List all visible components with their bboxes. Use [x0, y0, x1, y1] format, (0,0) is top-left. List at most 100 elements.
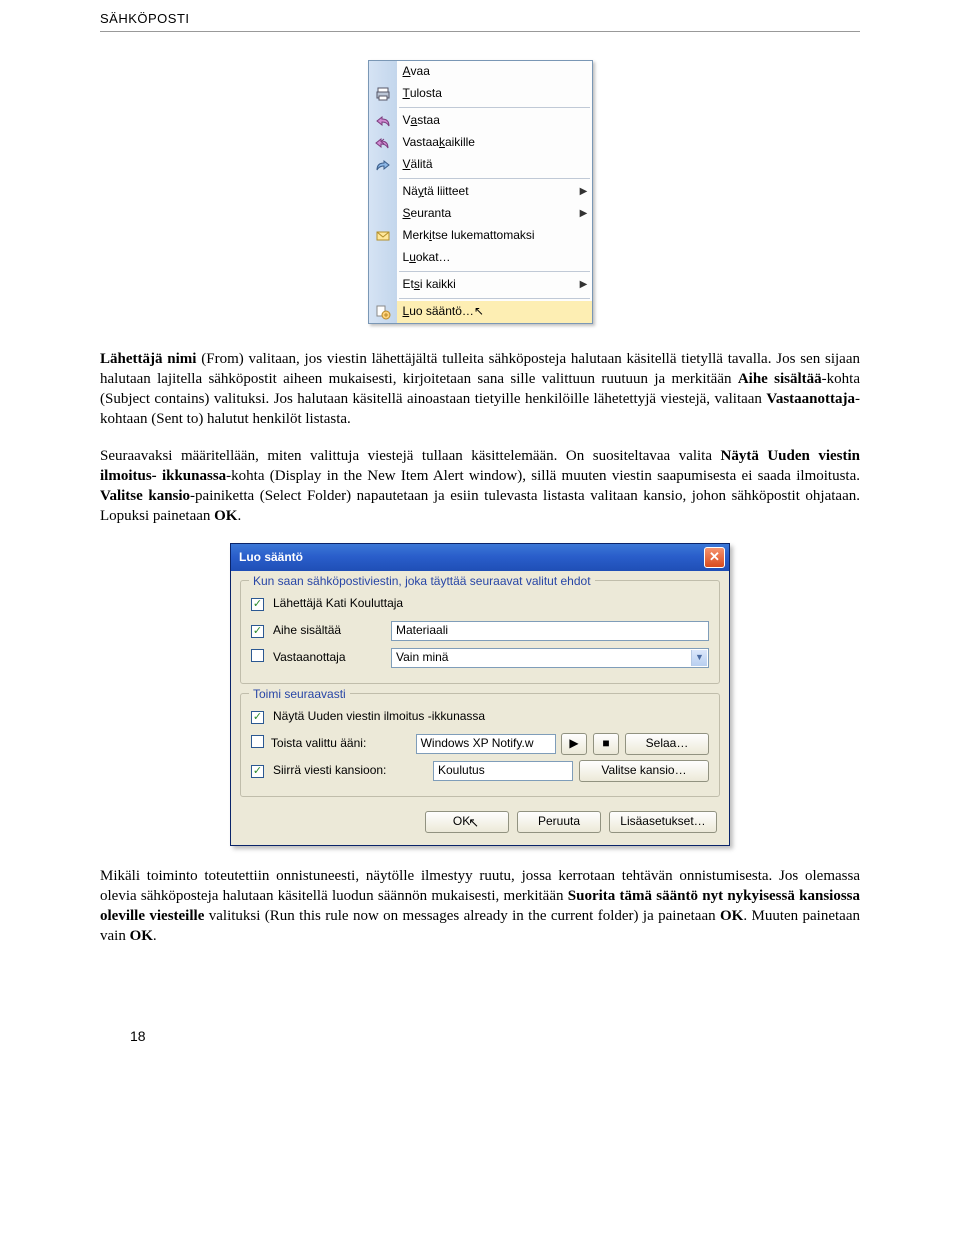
dialog-title: Luo sääntö: [239, 549, 303, 565]
stop-icon[interactable]: ■: [593, 733, 619, 755]
sound-input[interactable]: Windows XP Notify.w: [416, 734, 556, 754]
subject-input[interactable]: Materiaali: [391, 621, 709, 641]
submenu-arrow-icon: [576, 132, 592, 154]
submenu-arrow-icon: [576, 247, 592, 269]
checkbox-alert[interactable]: [251, 711, 264, 724]
menu-item-avaa[interactable]: Avaa: [369, 61, 592, 83]
dialog-titlebar: Luo sääntö ✕: [231, 544, 729, 571]
paragraph-1: Lähettäjä nimi (From) valitaan, jos vies…: [100, 349, 860, 430]
menu-item-label: Luokat…: [397, 247, 576, 269]
recipient-combo[interactable]: Vain minä ▼: [391, 648, 709, 668]
submenu-arrow-icon: [576, 225, 592, 247]
submenu-arrow-icon: ▶: [576, 181, 592, 203]
menu-item-label: Välitä: [397, 154, 576, 176]
submenu-arrow-icon: [576, 83, 592, 105]
menu-item-label: Seuranta: [397, 203, 576, 225]
envelope-icon: [369, 225, 397, 247]
reply-icon: [369, 110, 397, 132]
replyall-icon: [369, 132, 397, 154]
checkbox-subject[interactable]: [251, 625, 264, 638]
menu-item-label: Luo sääntö…↖: [397, 301, 576, 323]
menu-item-seuranta[interactable]: Seuranta▶: [369, 203, 592, 225]
menu-item-tulosta[interactable]: Tulosta: [369, 83, 592, 105]
submenu-arrow-icon: [576, 154, 592, 176]
move-label: Siirrä viesti kansioon:: [273, 762, 433, 778]
menu-item-etsi-kaikki[interactable]: Etsi kaikki▶: [369, 274, 592, 296]
menu-item-vastaa-kaikille[interactable]: Vastaa kaikille: [369, 132, 592, 154]
play-icon[interactable]: ▶: [561, 733, 587, 755]
context-menu: AvaaTulosta VastaaVastaa kaikilleVälitä Nä…: [368, 60, 593, 324]
strong-text: Aihe sisältää: [738, 371, 822, 387]
page-number: 18: [130, 1027, 860, 1046]
checkbox-recipient[interactable]: [251, 649, 264, 662]
combo-value: Vain minä: [396, 649, 448, 665]
menu-item-label: Avaa: [397, 61, 576, 83]
actions-group: Toimi seuraavasti Näytä Uuden viestin il…: [240, 693, 720, 797]
blank-icon: [369, 203, 397, 225]
menu-item-label: Merkitse lukemattomaksi: [397, 225, 576, 247]
ok-button[interactable]: OK ↖: [425, 811, 509, 833]
submenu-arrow-icon: [576, 61, 592, 83]
menu-item-label: Vastaa: [397, 110, 576, 132]
strong-text: Valitse kansio: [100, 488, 190, 504]
checkbox-sound[interactable]: [251, 735, 264, 748]
subject-row: Aihe sisältää Materiaali: [251, 619, 709, 643]
menu-item-label: Tulosta: [397, 83, 576, 105]
checkbox-sender[interactable]: [251, 598, 264, 611]
group-legend: Kun saan sähköpostiviestin, joka täyttää…: [249, 573, 595, 589]
submenu-arrow-icon: ▶: [576, 274, 592, 296]
move-input[interactable]: Koulutus: [433, 761, 573, 781]
sound-row: Toista valittu ääni: Windows XP Notify.w…: [251, 732, 709, 756]
paragraph-2: Seuraavaksi määritellään, miten valittuj…: [100, 446, 860, 527]
select-folder-button[interactable]: Valitse kansio…: [579, 760, 709, 782]
submenu-arrow-icon: ▶: [576, 203, 592, 225]
text: valituksi (Run this rule now on messages…: [204, 908, 720, 924]
sound-label: Toista valittu ääni:: [271, 735, 416, 751]
dialog-buttons: OK ↖ Peruuta Lisäasetukset…: [231, 801, 729, 845]
blank-icon: [369, 61, 397, 83]
text: .: [237, 508, 241, 524]
printer-icon: [369, 83, 397, 105]
group-legend: Toimi seuraavasti: [249, 686, 350, 702]
advanced-button[interactable]: Lisäasetukset…: [609, 811, 717, 833]
menu-item-merkitse-lukemattomaksi[interactable]: Merkitse lukemattomaksi: [369, 225, 592, 247]
blank-icon: [369, 181, 397, 203]
recipient-label: Vastaanottaja: [273, 649, 391, 665]
menu-item-luo-sääntö[interactable]: Luo sääntö…↖: [369, 301, 592, 323]
sender-row: Lähettäjä Kati Kouluttaja: [251, 592, 709, 616]
blank-icon: [369, 274, 397, 296]
forward-icon: [369, 154, 397, 176]
menu-item-näytä-liitteet[interactable]: Näytä liitteet▶: [369, 181, 592, 203]
menu-item-vastaa[interactable]: Vastaa: [369, 110, 592, 132]
strong-text: Lähettäjä nimi: [100, 351, 196, 367]
menu-item-label: Vastaa kaikille: [397, 132, 576, 154]
blank-icon: [369, 247, 397, 269]
menu-item-label: Etsi kaikki: [397, 274, 576, 296]
strong-text: OK: [720, 908, 743, 924]
menu-item-luokat[interactable]: Luokat…: [369, 247, 592, 269]
browse-sound-button[interactable]: Selaa…: [625, 733, 709, 755]
submenu-arrow-icon: [576, 301, 592, 323]
submenu-arrow-icon: [576, 110, 592, 132]
page-header: SÄHKÖPOSTI: [100, 10, 860, 32]
sender-label: Lähettäjä Kati Kouluttaja: [273, 595, 403, 611]
chevron-down-icon[interactable]: ▼: [691, 650, 707, 666]
cursor-icon: ↖: [468, 814, 479, 832]
strong-text: OK: [214, 508, 237, 524]
move-row: Siirrä viesti kansioon: Koulutus Valitse…: [251, 759, 709, 783]
create-rule-dialog: Luo sääntö ✕ Kun saan sähköpostiviestin,…: [230, 543, 730, 846]
text: Seuraavaksi määritellään, miten valittuj…: [100, 448, 721, 464]
menu-item-label: Näytä liitteet: [397, 181, 576, 203]
strong-text: OK: [130, 928, 153, 944]
close-icon[interactable]: ✕: [704, 547, 725, 568]
recipient-row: Vastaanottaja Vain minä ▼: [251, 646, 709, 670]
alert-label: Näytä Uuden viestin ilmoitus -ikkunassa: [273, 708, 485, 724]
conditions-group: Kun saan sähköpostiviestin, joka täyttää…: [240, 580, 720, 684]
cancel-button[interactable]: Peruuta: [517, 811, 601, 833]
menu-item-välitä[interactable]: Välitä: [369, 154, 592, 176]
cursor-icon: ↖: [474, 303, 484, 319]
checkbox-move[interactable]: [251, 765, 264, 778]
alert-row: Näytä Uuden viestin ilmoitus -ikkunassa: [251, 705, 709, 729]
subject-label: Aihe sisältää: [273, 622, 391, 638]
strong-text: Vastaanottaja: [766, 391, 855, 407]
